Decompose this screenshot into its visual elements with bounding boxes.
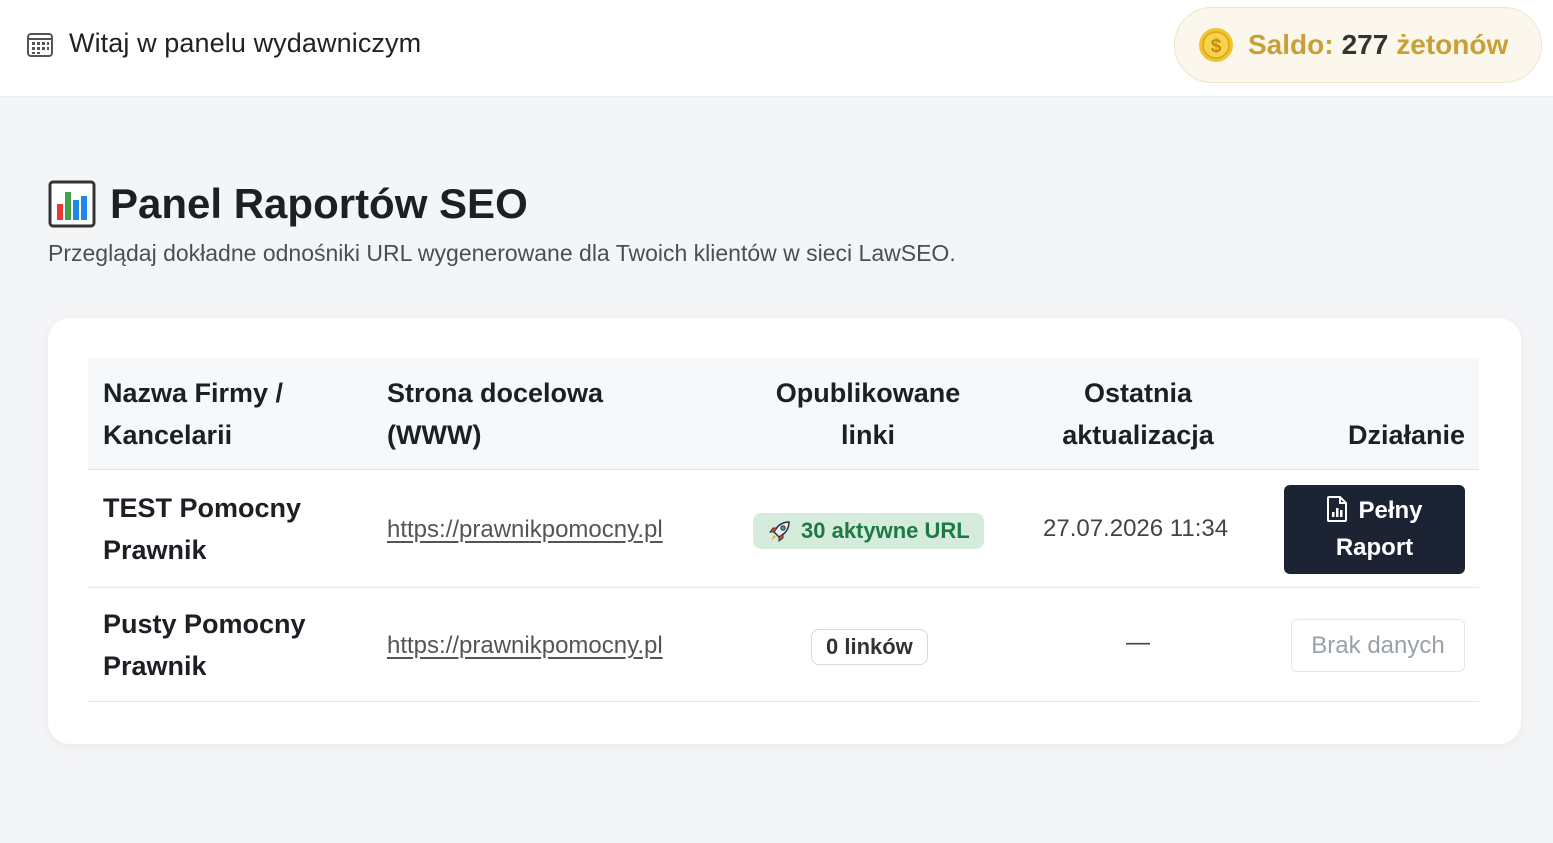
balance-badge: $ Saldo: 277 żetonów xyxy=(1174,7,1542,83)
balance-value: 277 xyxy=(1341,29,1389,60)
active-links-text: 30 aktywne URL xyxy=(801,518,970,543)
bar-chart-icon xyxy=(48,180,96,228)
column-published-links-line1: Opublikowane xyxy=(775,378,961,408)
balance-unit: żetonów xyxy=(1396,29,1509,60)
active-links-badge: 30 aktywne URL xyxy=(753,513,984,549)
full-report-label-line1: Pełny xyxy=(1358,497,1423,524)
rocket-icon xyxy=(767,518,793,544)
calendar-icon xyxy=(25,29,55,59)
column-action: Działanie xyxy=(1347,420,1465,450)
last-update-empty: — xyxy=(1126,629,1150,656)
reports-card: Nazwa Firmy / Kancelarii Strona docelowa… xyxy=(48,318,1521,744)
coin-icon: $ xyxy=(1197,26,1235,64)
column-target-site-line2: (WWW) xyxy=(387,420,482,450)
last-update-date: 27.07.2026 11:34 xyxy=(1043,515,1229,542)
column-company-line2: Kancelarii xyxy=(103,420,233,450)
column-target-site: Strona docelowa (WWW) xyxy=(387,372,603,456)
company-name-line2: Prawnik xyxy=(103,535,207,565)
company-name: Pusty Pomocny Prawnik xyxy=(103,603,363,687)
page-header: Panel Raportów SEO xyxy=(48,180,528,228)
column-published-links-line2: linki xyxy=(840,420,895,450)
top-bar: Witaj w panelu wydawniczym $ Saldo: 277 … xyxy=(0,0,1553,97)
balance-label: Saldo: xyxy=(1248,29,1334,60)
column-company-line1: Nazwa Firmy / xyxy=(103,378,284,408)
full-report-button[interactable]: Pełny Raport xyxy=(1284,485,1465,574)
table-row: TEST Pomocny Prawnik https://prawnikpomo… xyxy=(88,470,1479,588)
column-last-update: Ostatnia aktualizacja xyxy=(1028,372,1248,456)
table-header: Nazwa Firmy / Kancelarii Strona docelowa… xyxy=(88,358,1479,470)
column-last-update-line2: aktualizacja xyxy=(1062,420,1214,450)
company-name-line2: Prawnik xyxy=(103,651,207,681)
company-name-line1: Pusty Pomocny xyxy=(103,609,306,639)
welcome-title: Witaj w panelu wydawniczym xyxy=(69,28,422,58)
welcome-header: Witaj w panelu wydawniczym xyxy=(25,28,421,59)
company-name-line1: TEST Pomocny xyxy=(103,493,302,523)
target-url-link[interactable]: https://prawnikpomocny.pl xyxy=(387,516,663,544)
table-row: Pusty Pomocny Prawnik https://prawnikpom… xyxy=(88,588,1479,702)
column-target-site-line1: Strona docelowa xyxy=(387,378,604,408)
column-published-links: Opublikowane linki xyxy=(748,372,988,456)
target-url-link[interactable]: https://prawnikpomocny.pl xyxy=(387,632,663,660)
page-title: Panel Raportów SEO xyxy=(110,180,528,227)
full-report-label-line2: Raport xyxy=(1335,534,1414,561)
document-chart-icon xyxy=(1326,496,1348,522)
column-company: Nazwa Firmy / Kancelarii xyxy=(103,372,283,456)
no-data-button[interactable]: Brak danych xyxy=(1291,619,1465,672)
column-last-update-line1: Ostatnia xyxy=(1083,378,1193,408)
links-count-badge: 0 linków xyxy=(811,629,928,665)
page-subtitle: Przeglądaj dokładne odnośniki URL wygene… xyxy=(48,240,956,266)
svg-text:$: $ xyxy=(1211,36,1222,57)
company-name: TEST Pomocny Prawnik xyxy=(103,487,363,571)
